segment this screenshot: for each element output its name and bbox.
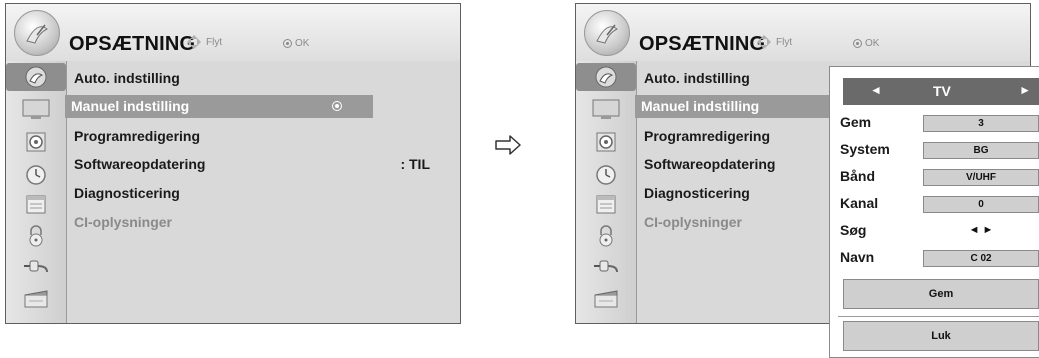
arrow-right-icon[interactable]: ► xyxy=(1019,83,1031,97)
move-hint-label: Flyt xyxy=(206,36,223,48)
menu-item-diagnostics[interactable]: Diagnosticering xyxy=(644,185,750,201)
software-update-status: : TIL xyxy=(400,156,430,172)
menu-item-manual-tuning[interactable]: Manuel indstilling xyxy=(65,95,373,118)
satellite-dish-icon[interactable] xyxy=(576,63,636,91)
save-button[interactable]: Gem xyxy=(843,279,1039,309)
row-name-value[interactable]: C 02 xyxy=(923,250,1039,267)
selected-radio-icon xyxy=(332,101,342,111)
ok-hint-label: OK xyxy=(295,38,310,49)
dpad-icon xyxy=(186,34,202,50)
lock-icon[interactable] xyxy=(18,223,54,249)
source-selector[interactable]: ◄ TV ► xyxy=(843,78,1039,105)
category-sidebar xyxy=(6,61,67,323)
plug-icon[interactable] xyxy=(588,253,624,279)
row-band[interactable]: Bånd V/UHF xyxy=(830,166,1039,188)
row-system[interactable]: System BG xyxy=(830,139,1039,161)
menu-header: OPSÆTNING Flyt OK xyxy=(576,4,1030,61)
lock-icon[interactable] xyxy=(588,223,624,249)
menu-item-ci-info: CI-oplysninger xyxy=(644,214,743,230)
clapperboard-icon[interactable] xyxy=(588,285,624,311)
move-hint: Flyt xyxy=(756,34,792,50)
source-label: TV xyxy=(933,83,951,99)
row-store-value[interactable]: 3 xyxy=(923,115,1039,132)
row-store-label: Gem xyxy=(840,114,872,130)
menu-item-manual-tuning-label: Manuel indstilling xyxy=(71,98,190,114)
row-system-value[interactable]: BG xyxy=(923,142,1039,159)
satellite-dish-icon xyxy=(14,10,60,56)
ok-icon xyxy=(283,39,292,48)
menu-title: OPSÆTNING xyxy=(69,33,196,55)
divider xyxy=(838,316,1039,317)
move-hint: Flyt xyxy=(186,34,222,50)
row-search-label: Søg xyxy=(840,222,867,238)
calendar-icon[interactable] xyxy=(588,191,624,217)
ok-hint: OK xyxy=(283,38,309,49)
row-channel[interactable]: Kanal 0 xyxy=(830,193,1039,215)
menu-item-ci-info: CI-oplysninger xyxy=(74,214,173,230)
row-store[interactable]: Gem 3 xyxy=(830,112,1039,134)
menu-item-software-update[interactable]: Softwareopdatering xyxy=(74,156,205,172)
menu-title: OPSÆTNING xyxy=(639,33,766,55)
row-channel-value[interactable]: 0 xyxy=(923,196,1039,213)
row-name[interactable]: Navn C 02 xyxy=(830,247,1039,269)
row-search-value[interactable]: ◄ ► xyxy=(923,223,1039,240)
ok-hint-label: OK xyxy=(865,38,880,49)
arrow-left-icon[interactable]: ◄ xyxy=(870,83,882,97)
menu-items: Auto. indstilling Manuel indstilling Pro… xyxy=(65,61,460,323)
setup-menu-left: OPSÆTNING Flyt OK Auto. indstilling Manu… xyxy=(5,3,461,324)
tv-screen-icon[interactable] xyxy=(588,96,624,122)
row-search[interactable]: Søg ◄ ► xyxy=(830,220,1039,242)
ok-hint: OK xyxy=(853,38,879,49)
speaker-icon[interactable] xyxy=(588,129,624,155)
menu-item-diagnostics[interactable]: Diagnosticering xyxy=(74,185,180,201)
move-hint-label: Flyt xyxy=(776,36,793,48)
calendar-icon[interactable] xyxy=(18,191,54,217)
transition-arrow-icon xyxy=(494,133,522,162)
menu-item-manual-tuning-label: Manuel indstilling xyxy=(641,98,760,114)
menu-item-auto-tuning[interactable]: Auto. indstilling xyxy=(644,70,750,86)
row-system-label: System xyxy=(840,141,890,157)
plug-icon[interactable] xyxy=(18,253,54,279)
clock-icon[interactable] xyxy=(18,162,54,188)
menu-item-manual-tuning[interactable]: Manuel indstilling xyxy=(635,95,835,118)
menu-item-program-edit[interactable]: Programredigering xyxy=(644,128,770,144)
clapperboard-icon[interactable] xyxy=(18,285,54,311)
clock-icon[interactable] xyxy=(588,162,624,188)
satellite-dish-icon[interactable] xyxy=(6,63,66,91)
row-name-label: Navn xyxy=(840,249,875,265)
tv-screen-icon[interactable] xyxy=(18,96,54,122)
manual-tuning-panel: ◄ TV ► Gem 3 System BG Bånd V/UHF Kanal … xyxy=(829,66,1039,358)
menu-header: OPSÆTNING Flyt OK xyxy=(6,4,460,61)
row-channel-label: Kanal xyxy=(840,195,879,211)
ok-icon xyxy=(853,39,862,48)
satellite-dish-icon xyxy=(584,10,630,56)
close-button[interactable]: Luk xyxy=(843,321,1039,351)
speaker-icon[interactable] xyxy=(18,129,54,155)
menu-item-software-update[interactable]: Softwareopdatering xyxy=(644,156,775,172)
row-band-value[interactable]: V/UHF xyxy=(923,169,1039,186)
menu-item-auto-tuning[interactable]: Auto. indstilling xyxy=(74,70,180,86)
menu-item-program-edit[interactable]: Programredigering xyxy=(74,128,200,144)
dpad-icon xyxy=(756,34,772,50)
category-sidebar xyxy=(576,61,637,323)
row-band-label: Bånd xyxy=(840,168,875,184)
